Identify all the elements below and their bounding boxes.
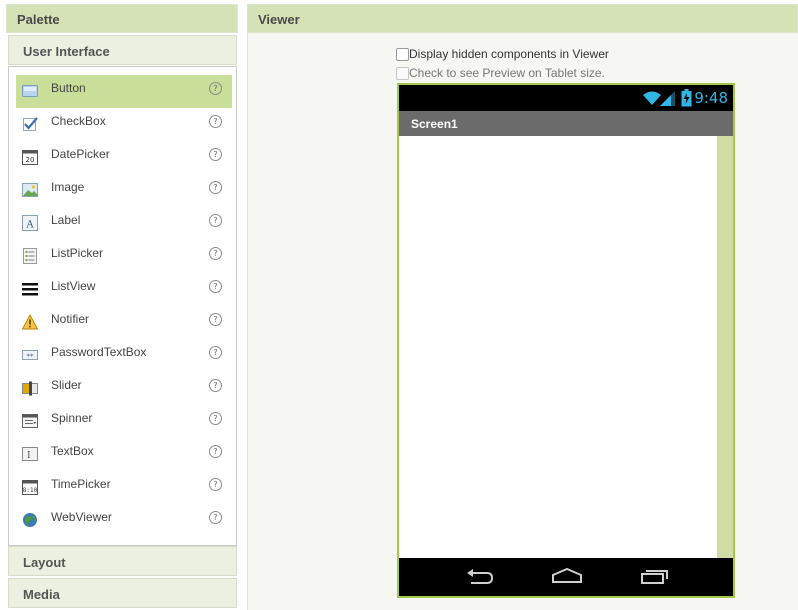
help-icon[interactable]: ? — [209, 478, 222, 491]
wifi-icon — [643, 91, 661, 105]
button-icon — [22, 85, 38, 97]
recent-apps-icon[interactable] — [641, 568, 671, 584]
palette-item-label: Label — [51, 213, 81, 227]
help-icon[interactable]: ? — [209, 82, 222, 95]
password-icon: ** — [22, 350, 38, 361]
palette-item-label: TimePicker — [51, 477, 111, 491]
screen-title-bar: Screen1 — [399, 111, 733, 136]
back-icon[interactable] — [465, 568, 495, 586]
palette-item-button[interactable]: Button ? — [16, 75, 232, 108]
palette-item-label: CheckBox — [51, 114, 106, 128]
help-icon[interactable]: ? — [209, 115, 222, 128]
help-icon[interactable]: ? — [209, 247, 222, 260]
help-icon[interactable]: ? — [209, 214, 222, 227]
display-hidden-label: Display hidden components in Viewer — [409, 47, 609, 61]
screen-scrollbar[interactable] — [717, 136, 733, 558]
viewer-header: Viewer — [247, 4, 798, 33]
palette-panel: Palette User Interface Button ? CheckBox… — [0, 0, 238, 610]
palette-item-label: Image — [51, 180, 85, 194]
help-icon[interactable]: ? — [209, 445, 222, 458]
help-icon[interactable]: ? — [209, 280, 222, 293]
palette-item-label: PasswordTextBox — [51, 345, 147, 359]
help-icon[interactable]: ? — [209, 511, 222, 524]
help-icon[interactable]: ? — [209, 379, 222, 392]
svg-text:**: ** — [27, 353, 35, 361]
palette-item-label: ListPicker — [51, 246, 104, 260]
listview-icon — [22, 283, 38, 296]
user-interface-list: Button ? CheckBox ? 20 DatePicker ? Imag… — [8, 66, 237, 546]
label-icon: A — [22, 215, 38, 231]
help-icon[interactable]: ? — [209, 412, 222, 425]
palette-item-label: WebViewer — [51, 510, 112, 524]
signal-icon — [660, 91, 675, 106]
viewer-panel: Viewer Display hidden components in View… — [247, 0, 798, 610]
palette-item-label: DatePicker — [51, 147, 110, 161]
status-clock: 9:48 — [694, 89, 728, 107]
timepicker-icon: 8:10 — [22, 480, 38, 495]
home-icon[interactable] — [551, 568, 583, 584]
slider-icon — [22, 381, 38, 396]
listpicker-icon — [23, 248, 37, 264]
palette-item-listpicker[interactable]: ListPicker ? — [16, 240, 232, 273]
battery-icon — [681, 89, 692, 107]
tablet-preview-label: Check to see Preview on Tablet size. — [409, 66, 605, 80]
textbox-icon: I — [22, 447, 38, 461]
palette-item-listview[interactable]: ListView ? — [16, 273, 232, 306]
section-layout[interactable]: Layout — [8, 546, 237, 576]
svg-text:A: A — [25, 220, 34, 231]
image-icon — [22, 183, 38, 197]
svg-text:8:10: 8:10 — [23, 487, 38, 494]
svg-text:20: 20 — [26, 156, 35, 164]
palette-item-label: ListView — [51, 279, 96, 293]
palette-item-timepicker[interactable]: 8:10 TimePicker ? — [16, 471, 232, 504]
palette-item-passwordtextbox[interactable]: ** PasswordTextBox ? — [16, 339, 232, 372]
palette-item-webviewer[interactable]: WebViewer ? — [16, 504, 232, 537]
help-icon[interactable]: ? — [209, 181, 222, 194]
palette-item-label: Notifier — [51, 312, 90, 326]
help-icon[interactable]: ? — [209, 313, 222, 326]
palette-item-slider[interactable]: Slider ? — [16, 372, 232, 405]
section-user-interface[interactable]: User Interface — [8, 35, 237, 65]
palette-item-label: TextBox — [51, 444, 94, 458]
palette-item-label: Button — [51, 81, 86, 95]
section-media[interactable]: Media — [8, 578, 237, 608]
phone-preview: 9:48 Screen1 — [397, 83, 735, 598]
palette-item-textbox[interactable]: I TextBox ? — [16, 438, 232, 471]
tablet-preview-checkbox[interactable] — [396, 67, 409, 80]
palette-item-checkbox[interactable]: CheckBox ? — [16, 108, 232, 141]
palette-item-spinner[interactable]: Spinner ? — [16, 405, 232, 438]
palette-item-label: Spinner — [51, 411, 93, 425]
checkbox-icon — [23, 117, 38, 131]
status-bar: 9:48 — [399, 85, 733, 111]
palette-item-label: Slider — [51, 378, 82, 392]
palette-item-notifier[interactable]: Notifier ? — [16, 306, 232, 339]
screen-canvas[interactable] — [399, 136, 733, 558]
navigation-bar — [399, 558, 733, 596]
help-icon[interactable]: ? — [209, 346, 222, 359]
palette-item-image[interactable]: Image ? — [16, 174, 232, 207]
help-icon[interactable]: ? — [209, 148, 222, 161]
webviewer-icon — [23, 513, 37, 527]
datepicker-icon: 20 — [22, 150, 38, 165]
palette-item-datepicker[interactable]: 20 DatePicker ? — [16, 141, 232, 174]
display-hidden-checkbox[interactable] — [396, 48, 409, 61]
notifier-icon — [22, 314, 38, 330]
spinner-icon — [22, 414, 38, 428]
screen-title: Screen1 — [411, 117, 458, 131]
palette-header: Palette — [6, 4, 238, 33]
svg-text:I: I — [27, 451, 31, 461]
palette-item-label[interactable]: A Label ? — [16, 207, 232, 240]
